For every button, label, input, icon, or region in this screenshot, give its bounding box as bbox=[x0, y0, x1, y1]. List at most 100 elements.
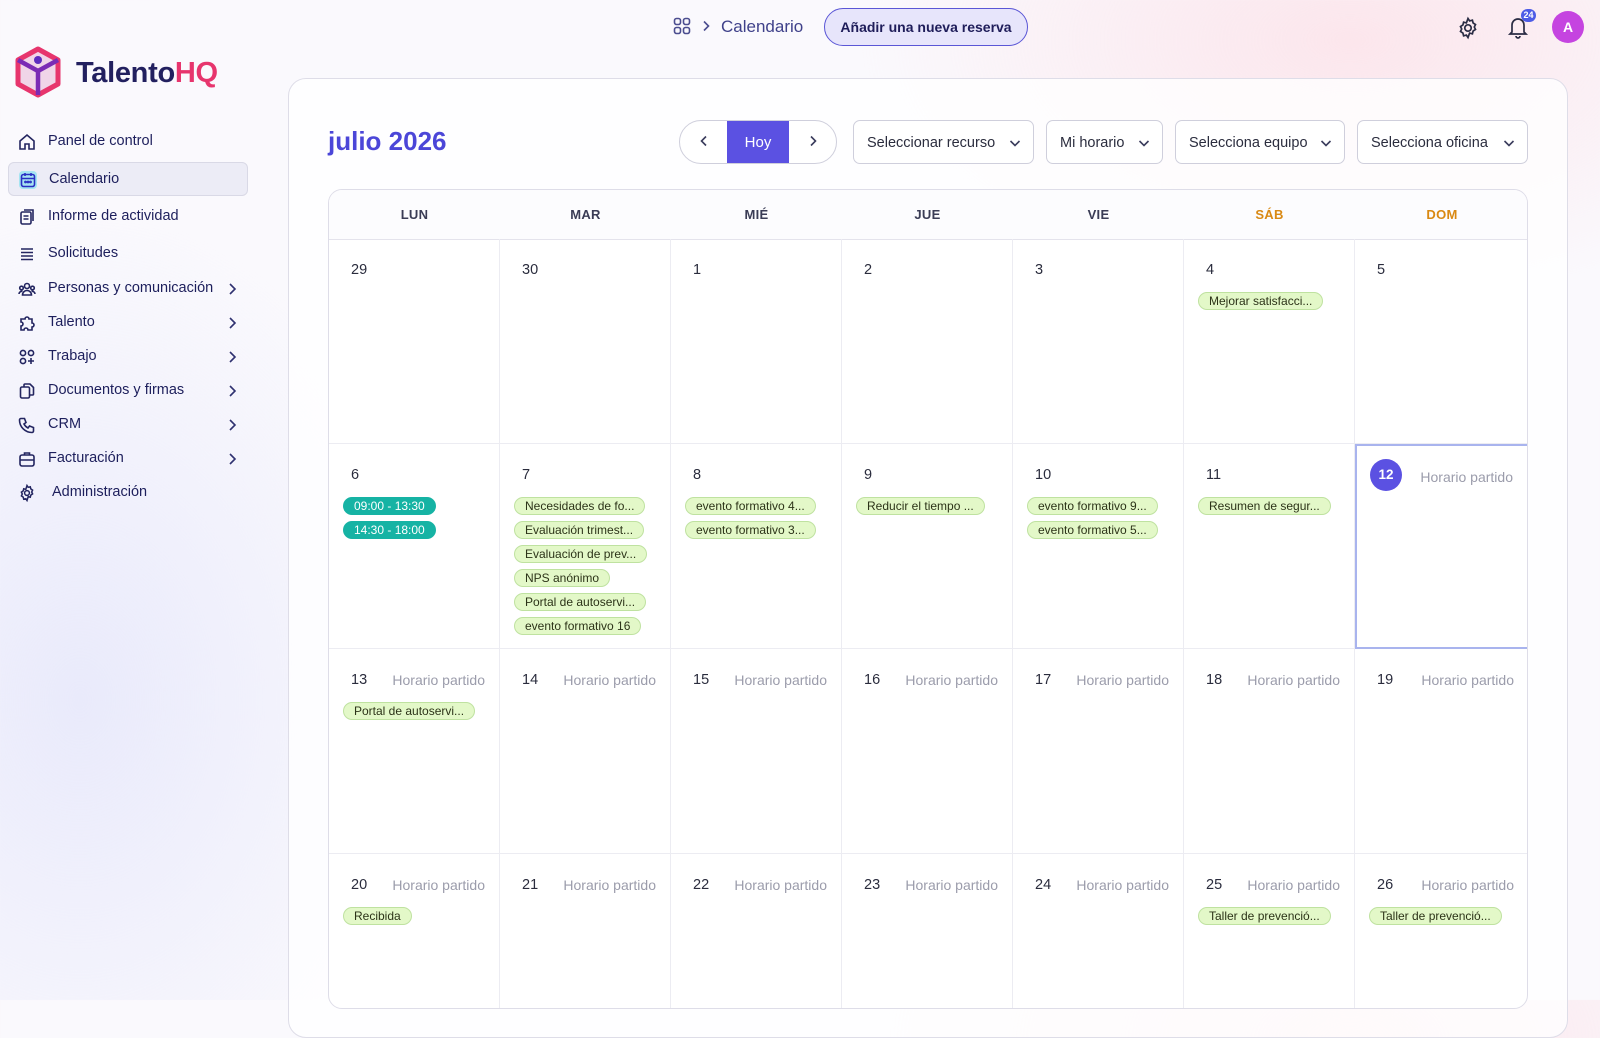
event-pill[interactable]: Evaluación de prev... bbox=[514, 545, 648, 563]
event-pill[interactable]: Portal de autoservi... bbox=[514, 593, 647, 611]
day-cell[interactable]: 29 bbox=[329, 239, 500, 444]
chevron-left-icon bbox=[699, 135, 707, 146]
chevron-right-icon bbox=[229, 385, 237, 397]
chevron-down-icon bbox=[1320, 140, 1332, 147]
day-cell[interactable]: 10 evento formativo 9... evento formativo … bbox=[1013, 444, 1184, 649]
event-pill[interactable]: evento formativo 9... bbox=[1027, 497, 1158, 515]
apps-grid-icon[interactable] bbox=[673, 17, 691, 35]
event-pill[interactable]: evento formativo 4... bbox=[685, 497, 816, 515]
day-cell[interactable]: 13 Horario partido Portal de autoservi... bbox=[329, 649, 500, 854]
event-pill[interactable]: Reducir el tiempo ... bbox=[856, 497, 985, 515]
day-cell[interactable]: 20 Horario partido Recibida bbox=[329, 854, 500, 1008]
settings-gear-icon[interactable] bbox=[1456, 16, 1480, 40]
user-avatar[interactable]: A bbox=[1552, 11, 1584, 43]
day-cell[interactable]: 19 Horario partido bbox=[1355, 649, 1527, 854]
event-pill[interactable]: evento formativo 16 bbox=[514, 617, 642, 635]
sidebar-item-panel-de-control[interactable]: Panel de control bbox=[8, 125, 248, 159]
event-pill[interactable]: Taller de prevenció... bbox=[1369, 907, 1502, 925]
sidebar-item-talento[interactable]: Talento bbox=[8, 306, 248, 340]
sidebar-item-label: CRM bbox=[48, 416, 82, 432]
day-cell[interactable]: 8 evento formativo 4... evento formativo 3… bbox=[671, 444, 842, 649]
time-slot-pill[interactable]: 14:30 - 18:00 bbox=[343, 521, 436, 539]
day-number: 29 bbox=[351, 262, 368, 278]
day-cell[interactable]: 5 bbox=[1355, 239, 1527, 444]
day-cell[interactable]: 26 Horario partido Taller de prevenció... bbox=[1355, 854, 1527, 1008]
day-cell[interactable]: 4 Mejorar satisfacci... bbox=[1184, 239, 1355, 444]
day-cell[interactable]: 11 Resumen de segur... bbox=[1184, 444, 1355, 649]
office-select[interactable]: Selecciona oficina bbox=[1357, 120, 1528, 164]
time-slot-pill[interactable]: 09:00 - 13:30 bbox=[343, 497, 436, 515]
event-pill[interactable]: evento formativo 5... bbox=[1027, 521, 1158, 539]
next-month-button[interactable] bbox=[789, 121, 836, 163]
today-button[interactable]: Hoy bbox=[727, 121, 789, 163]
sidebar-item-solicitudes[interactable]: Solicitudes bbox=[8, 237, 248, 271]
event-pill[interactable]: Resumen de segur... bbox=[1198, 497, 1331, 515]
previous-month-button[interactable] bbox=[680, 121, 727, 163]
day-cell[interactable]: 24 Horario partido bbox=[1013, 854, 1184, 1008]
weekday-label: MAR bbox=[570, 207, 601, 222]
event-pill[interactable]: Taller de prevenció... bbox=[1198, 907, 1331, 925]
day-cell[interactable]: 30 bbox=[500, 239, 671, 444]
event-pill[interactable]: NPS anónimo bbox=[514, 569, 611, 587]
day-cell[interactable]: 3 bbox=[1013, 239, 1184, 444]
event-pill[interactable]: Necesidades de fo... bbox=[514, 497, 646, 515]
team-select[interactable]: Selecciona equipo bbox=[1175, 120, 1345, 164]
day-number: 21 bbox=[522, 877, 539, 893]
shift-label: Horario partido bbox=[1247, 877, 1340, 893]
day-cell[interactable]: 17 Horario partido bbox=[1013, 649, 1184, 854]
sidebar-item-personas-y-comunicacion[interactable]: Personas y comunicación bbox=[8, 272, 248, 306]
sidebar-item-label: Talento bbox=[48, 314, 95, 330]
chevron-right-icon bbox=[229, 453, 237, 465]
day-cell[interactable]: 23 Horario partido bbox=[842, 854, 1013, 1008]
breadcrumb-title: Calendario bbox=[721, 17, 804, 36]
office-select-value: Selecciona oficina bbox=[1371, 135, 1488, 151]
documents-icon bbox=[19, 383, 35, 399]
day-cell[interactable]: 6 09:00 - 13:30 14:30 - 18:00 bbox=[329, 444, 500, 649]
report-icon bbox=[20, 209, 34, 225]
event-pill[interactable]: Portal de autoservi... bbox=[343, 702, 476, 720]
chevron-right-icon bbox=[229, 317, 237, 329]
day-cell[interactable]: 25 Horario partido Taller de prevenció... bbox=[1184, 854, 1355, 1008]
sidebar-item-documentos-y-firmas[interactable]: Documentos y firmas bbox=[8, 374, 248, 408]
day-cell[interactable]: 16 Horario partido bbox=[842, 649, 1013, 854]
day-number: 13 bbox=[351, 672, 368, 688]
shift-label: Horario partido bbox=[563, 877, 656, 893]
sidebar-item-crm[interactable]: CRM bbox=[8, 408, 248, 442]
sidebar-item-informe-de-actividad[interactable]: Informe de actividad bbox=[8, 200, 248, 234]
sidebar-item-administracion[interactable]: Administración bbox=[8, 476, 248, 510]
day-cell[interactable]: 18 Horario partido bbox=[1184, 649, 1355, 854]
new-booking-button[interactable]: Añadir una nueva reserva bbox=[824, 8, 1028, 46]
chevron-right-icon bbox=[703, 20, 710, 32]
day-cell[interactable]: 1 bbox=[671, 239, 842, 444]
sidebar-item-calendario[interactable]: Calendario bbox=[8, 162, 248, 196]
resource-select[interactable]: Seleccionar recurso bbox=[853, 120, 1034, 164]
sidebar-item-label: Calendario bbox=[49, 171, 120, 187]
shift-label: Horario partido bbox=[563, 672, 656, 688]
event-pill[interactable]: evento formativo 3... bbox=[685, 521, 816, 539]
event-pill[interactable]: Mejorar satisfacci... bbox=[1198, 292, 1324, 310]
event-pill[interactable]: Evaluación trimest... bbox=[514, 521, 645, 539]
weekday-label: DOM bbox=[1426, 207, 1458, 222]
chevron-right-icon bbox=[229, 283, 237, 295]
shift-label: Horario partido bbox=[1420, 469, 1513, 485]
day-number: 6 bbox=[351, 467, 360, 483]
day-cell[interactable]: 21 Horario partido bbox=[500, 854, 671, 1008]
event-pill[interactable]: Recibida bbox=[343, 907, 412, 925]
day-cell-today[interactable]: 12 Horario partido bbox=[1355, 444, 1527, 649]
day-cell[interactable]: 15 Horario partido bbox=[671, 649, 842, 854]
day-cell[interactable]: 2 bbox=[842, 239, 1013, 444]
day-cell[interactable]: 14 Horario partido bbox=[500, 649, 671, 854]
chevron-right-icon bbox=[229, 351, 237, 363]
day-number: 26 bbox=[1377, 877, 1394, 893]
day-number: 5 bbox=[1377, 262, 1386, 278]
day-cell[interactable]: 9 Reducir el tiempo ... bbox=[842, 444, 1013, 649]
shift-label: Horario partido bbox=[1247, 672, 1340, 688]
day-cell[interactable]: 7 Necesidades de fo... Evaluación trimest.… bbox=[500, 444, 671, 649]
talentohq-logo[interactable]: TalentoHQ bbox=[14, 46, 244, 100]
schedule-select[interactable]: Mi horario bbox=[1046, 120, 1163, 164]
day-cell[interactable]: 22 Horario partido bbox=[671, 854, 842, 1008]
day-number: 18 bbox=[1206, 672, 1223, 688]
sidebar-item-trabajo[interactable]: Trabajo bbox=[8, 340, 248, 374]
shift-label: Horario partido bbox=[734, 672, 827, 688]
sidebar-item-facturacion[interactable]: Facturación bbox=[8, 442, 248, 476]
